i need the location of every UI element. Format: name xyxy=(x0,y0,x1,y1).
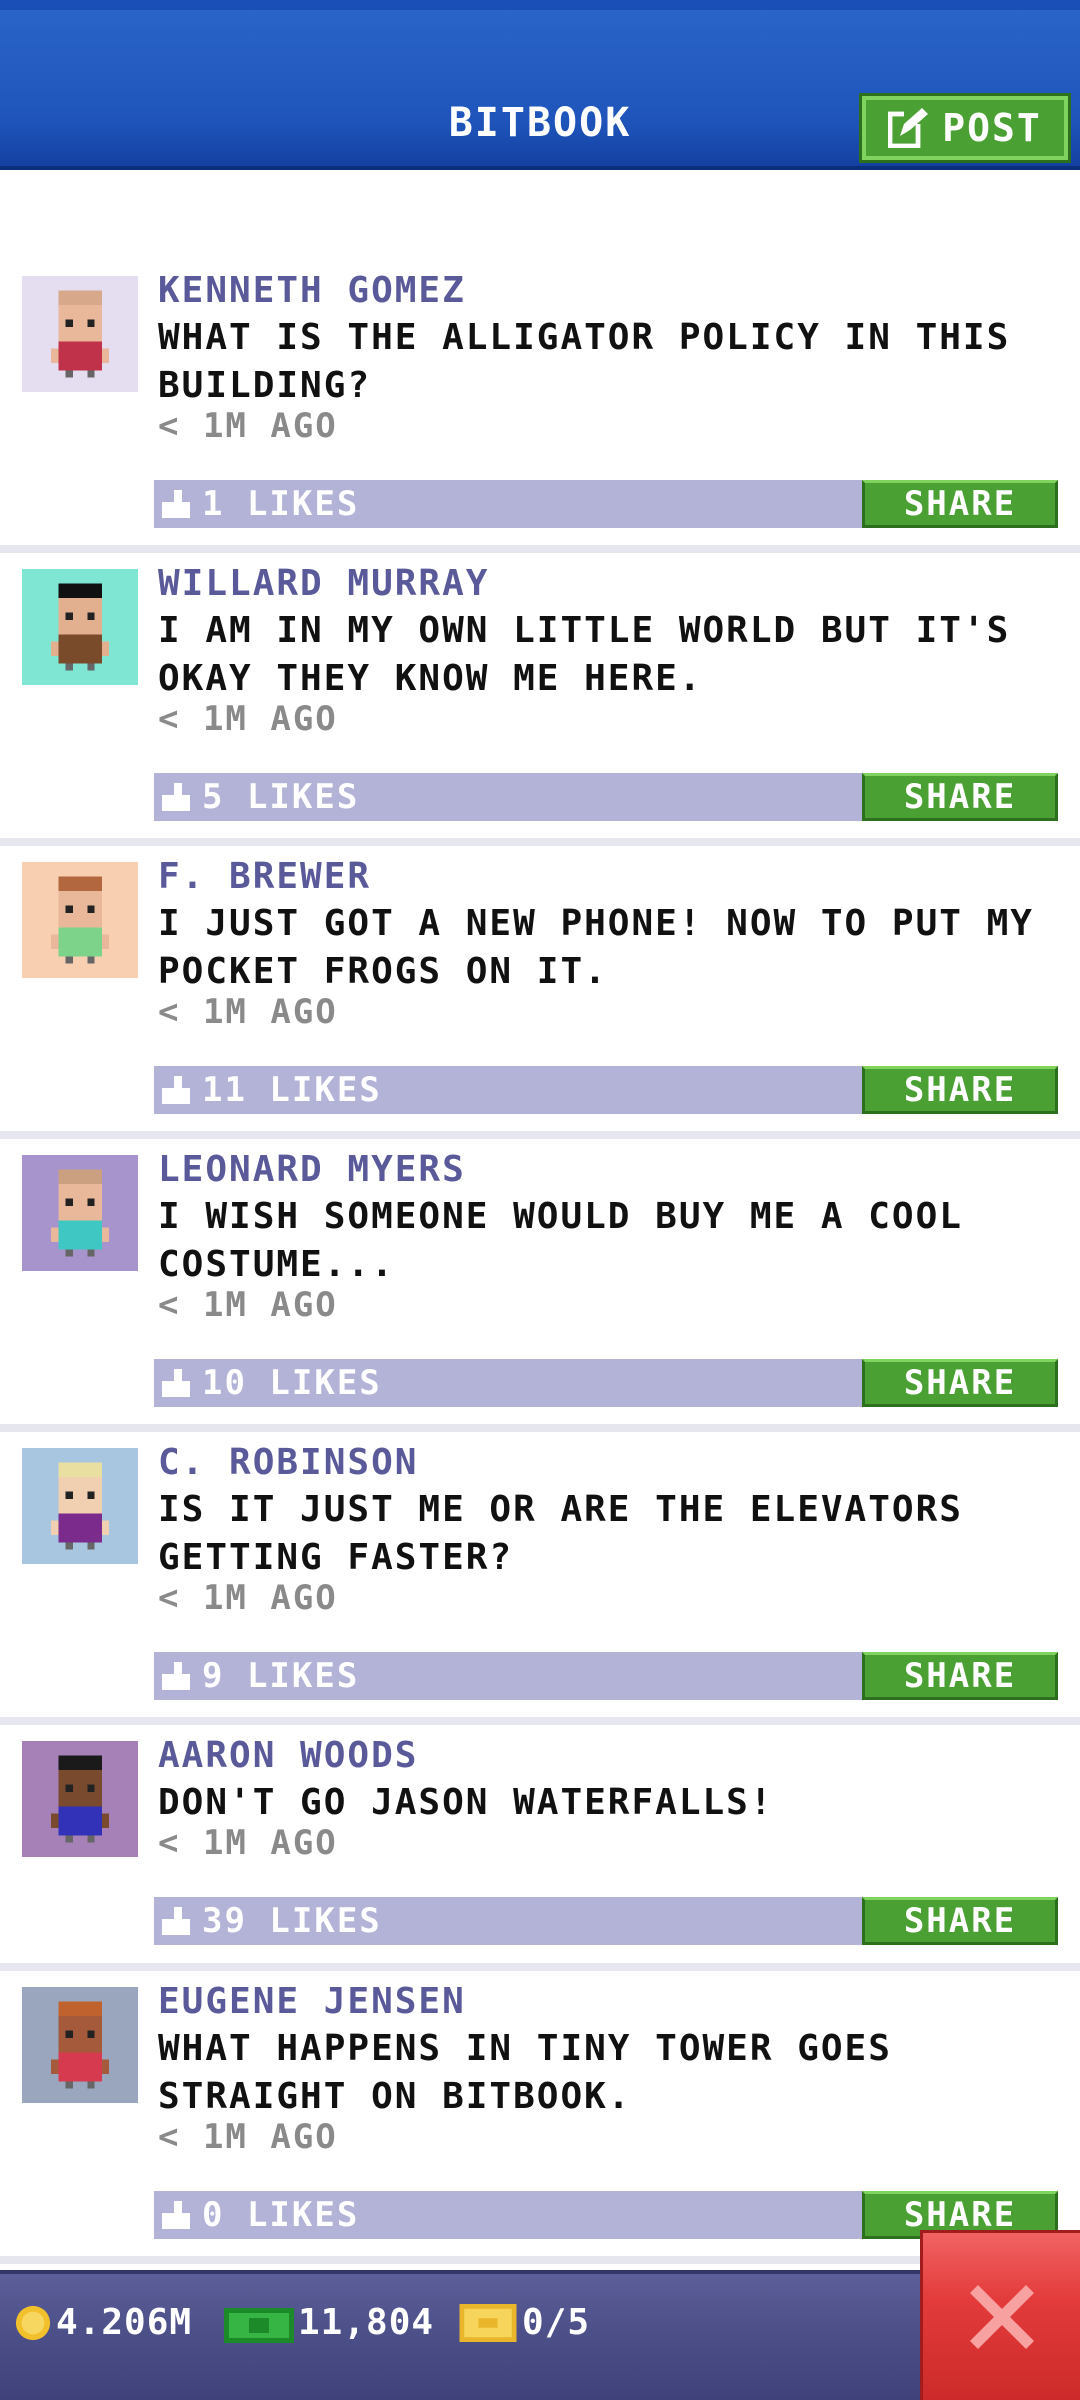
thumbs-up-icon[interactable] xyxy=(162,1369,190,1397)
avatar xyxy=(22,276,138,392)
post-time: < 1M AGO xyxy=(158,1285,338,1325)
likes-count: 10 LIKES xyxy=(202,1363,382,1403)
ticket-icon xyxy=(459,2303,517,2342)
likes-bar: 39 LIKES SHARE xyxy=(154,1897,1058,1945)
author-name[interactable]: AARON WOODS xyxy=(158,1735,418,1776)
tickets-stat: 0/5 xyxy=(458,2302,590,2343)
post-item: LEONARD MYERS I WISH SOMEONE WOULD BUY M… xyxy=(0,1139,1080,1432)
author-name[interactable]: WILLARD MURRAY xyxy=(158,563,489,604)
share-button[interactable]: SHARE xyxy=(862,1897,1058,1945)
post-feed: KENNETH GOMEZ WHAT IS THE ALLIGATOR POLI… xyxy=(0,260,1080,2264)
post-item: EUGENE JENSEN WHAT HAPPENS IN TINY TOWER… xyxy=(0,1971,1080,2264)
post-message: DON'T GO JASON WATERFALLS! xyxy=(158,1782,774,1823)
share-button[interactable]: SHARE xyxy=(862,773,1058,821)
likes-count: 1 LIKES xyxy=(202,484,360,524)
thumbs-up-icon[interactable] xyxy=(162,1907,190,1935)
post-message: I WISH SOMEONE WOULD BUY ME A COOL COSTU… xyxy=(158,1196,963,1285)
status-bar: 4.206M 11,804 0/5 xyxy=(0,2270,1080,2400)
thumbs-up-icon[interactable] xyxy=(162,2201,190,2229)
author-name[interactable]: EUGENE JENSEN xyxy=(158,1981,466,2022)
tickets-value: 0/5 xyxy=(522,2302,591,2343)
close-icon xyxy=(969,2284,1034,2349)
bux-icon xyxy=(224,2307,294,2343)
author-name[interactable]: F. BREWER xyxy=(158,856,371,897)
close-button[interactable] xyxy=(920,2230,1080,2400)
post-time: < 1M AGO xyxy=(158,1823,338,1863)
post-time: < 1M AGO xyxy=(158,1578,338,1618)
bux-stat: 11,804 xyxy=(224,2302,434,2343)
post-item: C. ROBINSON IS IT JUST ME OR ARE THE ELE… xyxy=(0,1432,1080,1725)
likes-bar: 1 LIKES SHARE xyxy=(154,480,1058,528)
post-item: F. BREWER I JUST GOT A NEW PHONE! NOW TO… xyxy=(0,846,1080,1139)
likes-count: 0 LIKES xyxy=(202,2195,360,2235)
thumbs-up-icon[interactable] xyxy=(162,783,190,811)
post-item: WILLARD MURRAY I AM IN MY OWN LITTLE WOR… xyxy=(0,553,1080,846)
post-button-label: POST xyxy=(942,106,1042,150)
post-message: IS IT JUST ME OR ARE THE ELEVATORS GETTI… xyxy=(158,1489,963,1578)
coins-value: 4.206M xyxy=(56,2302,193,2343)
coin-icon xyxy=(15,2305,51,2340)
post-time: < 1M AGO xyxy=(158,2117,338,2157)
thumbs-up-icon[interactable] xyxy=(162,490,190,518)
post-message: I AM IN MY OWN LITTLE WORLD BUT IT'S OKA… xyxy=(158,610,1011,699)
share-button[interactable]: SHARE xyxy=(862,1652,1058,1700)
post-item: KENNETH GOMEZ WHAT IS THE ALLIGATOR POLI… xyxy=(0,260,1080,553)
post-item: AARON WOODS DON'T GO JASON WATERFALLS! <… xyxy=(0,1725,1080,1971)
author-name[interactable]: KENNETH GOMEZ xyxy=(158,270,466,311)
likes-count: 5 LIKES xyxy=(202,777,360,817)
likes-count: 39 LIKES xyxy=(202,1901,382,1941)
post-time: < 1M AGO xyxy=(158,406,338,446)
post-message: WHAT IS THE ALLIGATOR POLICY IN THIS BUI… xyxy=(158,317,1011,406)
coins-stat: 4.206M xyxy=(14,2302,192,2343)
avatar xyxy=(22,569,138,685)
app-header: BITBOOK POST xyxy=(0,0,1080,170)
bux-value: 11,804 xyxy=(298,2302,435,2343)
post-time: < 1M AGO xyxy=(158,992,338,1032)
share-button[interactable]: SHARE xyxy=(862,480,1058,528)
likes-bar: 11 LIKES SHARE xyxy=(154,1066,1058,1114)
post-message: I JUST GOT A NEW PHONE! NOW TO PUT MY PO… xyxy=(158,903,1034,992)
avatar xyxy=(22,1741,138,1857)
likes-bar: 5 LIKES SHARE xyxy=(154,773,1058,821)
post-button[interactable]: POST xyxy=(859,93,1071,163)
author-name[interactable]: LEONARD MYERS xyxy=(158,1149,466,1190)
share-button[interactable]: SHARE xyxy=(862,1359,1058,1407)
thumbs-up-icon[interactable] xyxy=(162,1662,190,1690)
likes-count: 11 LIKES xyxy=(202,1070,382,1110)
thumbs-up-icon[interactable] xyxy=(162,1076,190,1104)
avatar xyxy=(22,1448,138,1564)
likes-bar: 10 LIKES SHARE xyxy=(154,1359,1058,1407)
avatar xyxy=(22,1987,138,2103)
post-time: < 1M AGO xyxy=(158,699,338,739)
likes-bar: 9 LIKES SHARE xyxy=(154,1652,1058,1700)
post-message: WHAT HAPPENS IN TINY TOWER GOES STRAIGHT… xyxy=(158,2028,892,2117)
compose-icon xyxy=(888,108,929,148)
avatar xyxy=(22,862,138,978)
likes-count: 9 LIKES xyxy=(202,1656,360,1696)
avatar xyxy=(22,1155,138,1271)
author-name[interactable]: C. ROBINSON xyxy=(158,1442,418,1483)
share-button[interactable]: SHARE xyxy=(862,1066,1058,1114)
